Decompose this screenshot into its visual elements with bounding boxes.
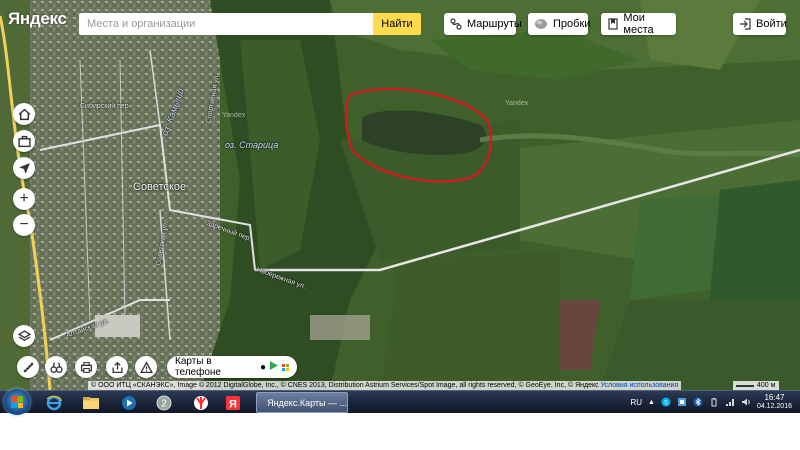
traffic-button[interactable]: Пробки	[528, 13, 591, 35]
apple-icon: ●	[259, 361, 266, 373]
clock-date: 04.12.2016	[756, 403, 792, 410]
search-button[interactable]: Найти	[373, 13, 421, 35]
copyright-text: © ООО ИТЦ «СКАНЭКС», Image © 2012 Digita…	[91, 382, 599, 389]
routes-button[interactable]: Маршруты	[444, 13, 522, 35]
antivirus-icon[interactable]	[677, 397, 687, 407]
briefcase-icon	[17, 135, 31, 147]
opera-icon	[261, 401, 264, 404]
network-icon[interactable]	[725, 397, 735, 407]
windows-logo-icon	[11, 396, 23, 408]
bookmark-icon	[607, 17, 618, 31]
taskbar-window-title: Яндекс.Карты — ...	[267, 397, 347, 408]
my-places-button[interactable]: Мои места	[601, 12, 676, 36]
search-input[interactable]	[79, 13, 374, 35]
warning-icon	[139, 360, 153, 373]
traffic-icon	[534, 17, 548, 31]
login-button[interactable]: Войти	[733, 13, 787, 35]
street-label: Сибирский пер.	[80, 103, 131, 110]
water-label: оз. Старица	[225, 140, 279, 150]
my-places-label: Мои места	[623, 12, 654, 36]
svg-text:S: S	[664, 401, 668, 407]
route-icon	[450, 17, 462, 31]
svg-text:Я: Я	[229, 398, 237, 410]
share-button[interactable]	[106, 356, 128, 378]
windows-icon	[282, 363, 289, 371]
satellite-map[interactable]: Советское оз. Камыши оз. Старица Сибирск…	[0, 0, 800, 390]
language-indicator[interactable]: RU	[630, 398, 642, 407]
tray-up-icon[interactable]: ▲	[648, 399, 655, 406]
login-icon	[739, 17, 751, 31]
watermark: Yandex	[505, 100, 529, 107]
zoom-out-button[interactable]: −	[13, 214, 35, 236]
google-play-icon	[270, 361, 278, 373]
binoculars-icon	[49, 361, 63, 373]
mobile-app-label: Карты в телефоне	[175, 356, 221, 378]
start-button[interactable]	[4, 389, 30, 415]
login-label: Войти	[756, 18, 787, 30]
layers-icon	[17, 329, 31, 341]
terms-link[interactable]: Условия использования	[601, 382, 679, 389]
home-icon	[18, 108, 30, 120]
watermark: Yandex	[222, 112, 246, 119]
app-2-icon[interactable]: 2	[153, 393, 175, 412]
print-button[interactable]	[75, 356, 97, 378]
screen: Советское оз. Камыши оз. Старица Сибирск…	[0, 0, 800, 450]
clock-time: 16:47	[764, 393, 785, 402]
taskbar-opera-window[interactable]: Яндекс.Карты — ...	[256, 392, 348, 413]
panorama-button[interactable]	[45, 356, 67, 378]
location-arrow-icon	[18, 162, 30, 174]
zoom-out-icon: −	[19, 216, 29, 233]
organizations-button[interactable]	[13, 130, 35, 152]
routes-label: Маршруты	[467, 18, 522, 30]
skype-icon[interactable]: S	[661, 397, 671, 407]
ruler-button[interactable]	[17, 356, 39, 378]
report-button[interactable]	[135, 356, 157, 378]
town-label: Советское	[133, 181, 187, 193]
yandex-icon[interactable]: Я	[222, 393, 244, 412]
ruler-icon	[22, 361, 34, 373]
explorer-icon[interactable]	[80, 393, 102, 412]
print-icon	[80, 361, 92, 373]
power-icon[interactable]	[709, 397, 719, 407]
yandex-browser-icon[interactable]	[190, 393, 212, 412]
clock[interactable]: 16:47 04.12.2016	[757, 393, 792, 411]
traffic-label: Пробки	[553, 18, 591, 30]
ie-icon[interactable]	[43, 393, 65, 412]
mobile-app-button[interactable]: Карты в телефоне ●	[167, 356, 297, 378]
svg-text:2: 2	[161, 398, 167, 409]
satellite-imagery	[0, 0, 800, 390]
layers-button[interactable]	[13, 325, 35, 347]
volume-icon[interactable]	[741, 397, 751, 407]
taskbar: 2 Я Яндекс.Карты — ... RU ▲ S 16:47 04.1…	[0, 389, 800, 415]
scale-bar: 400 м	[733, 381, 780, 390]
copyright-notice: © ООО ИТЦ «СКАНЭКС», Image © 2012 Digita…	[88, 381, 682, 390]
locate-button[interactable]	[13, 157, 35, 179]
zoom-in-button[interactable]: +	[13, 188, 35, 210]
zoom-in-icon: +	[19, 190, 29, 207]
share-icon	[112, 361, 122, 373]
bluetooth-icon[interactable]	[693, 397, 703, 407]
system-tray: RU ▲ S 16:47 04.12.2016	[630, 391, 800, 413]
media-player-icon[interactable]	[118, 393, 140, 412]
home-button[interactable]	[13, 103, 35, 125]
yandex-logo[interactable]: Яндекс	[8, 9, 67, 29]
